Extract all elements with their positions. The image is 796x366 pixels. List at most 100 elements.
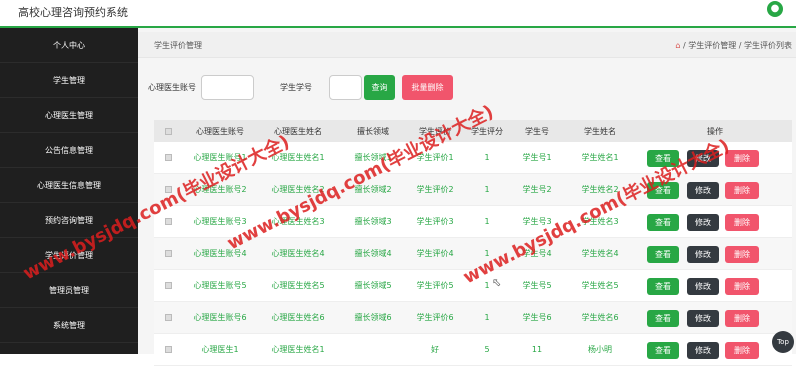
sidebar-item-doctors[interactable]: 心理医生管理: [0, 98, 138, 133]
sidebar-item-admins[interactable]: 管理员管理: [0, 273, 138, 308]
cell-doctor-name: 心理医生姓名1: [271, 153, 325, 162]
home-icon[interactable]: ⌂: [675, 41, 680, 50]
table-row: 心理医生账号6 心理医生姓名6 擅长领域6 学生评价6 1 学生号6 学生姓名6 查看 修改 删除: [154, 302, 792, 334]
view-button[interactable]: 查看: [647, 214, 679, 231]
cell-student-name: 学生姓名4: [581, 249, 619, 258]
row-checkbox[interactable]: [154, 142, 182, 173]
row-checkbox[interactable]: [154, 174, 182, 205]
sidebar-item-personal-center[interactable]: 个人中心: [0, 28, 138, 63]
col-student-id[interactable]: 学生号: [512, 120, 562, 142]
cell-doctor-account: 心理医生账号5: [193, 281, 247, 290]
delete-button[interactable]: 删除: [725, 278, 759, 295]
row-checkbox[interactable]: [154, 270, 182, 301]
sidebar-item-system[interactable]: 系统管理: [0, 308, 138, 343]
scroll-top-button[interactable]: Top: [772, 331, 794, 353]
delete-button[interactable]: 删除: [725, 246, 759, 263]
cell-evaluation: 学生评价6: [416, 313, 454, 322]
delete-button[interactable]: 删除: [725, 182, 759, 199]
row-checkbox[interactable]: [154, 206, 182, 237]
edit-button[interactable]: 修改: [687, 214, 719, 231]
sidebar-item-students[interactable]: 学生管理: [0, 63, 138, 98]
mouse-cursor-icon: ⬁: [492, 276, 502, 289]
cell-evaluation: 好: [431, 345, 439, 354]
delete-button[interactable]: 删除: [725, 214, 759, 231]
cell-doctor-account: 心理医生账号6: [193, 313, 247, 322]
sidebar: 个人中心 学生管理 心理医生管理 公告信息管理 心理医生信息管理 预约咨询管理 …: [0, 28, 138, 354]
query-button[interactable]: 查询: [364, 75, 395, 100]
view-button[interactable]: 查看: [647, 310, 679, 327]
cell-doctor-name: 心理医生姓名4: [271, 249, 325, 258]
view-button[interactable]: 查看: [647, 342, 679, 359]
cell-evaluation: 学生评价4: [416, 249, 454, 258]
cell-student-name: 杨小明: [588, 345, 612, 354]
row-checkbox[interactable]: [154, 238, 182, 269]
delete-button[interactable]: 删除: [725, 342, 759, 359]
table-row: 心理医生账号4 心理医生姓名4 擅长领域4 学生评价4 1 学生号4 学生姓名4 查看 修改 删除: [154, 238, 792, 270]
table-row: 心理医生账号3 心理医生姓名3 擅长领域3 学生评价3 1 学生号3 学生姓名3 查看 修改 删除: [154, 206, 792, 238]
cell-specialty: 擅长领域2: [354, 185, 392, 194]
cell-doctor-name: 心理医生姓名3: [271, 217, 325, 226]
delete-button[interactable]: 删除: [725, 150, 759, 167]
cell-doctor-account: 心理医生1: [201, 345, 239, 354]
evaluation-table: 心理医生账号 心理医生姓名 擅长领域 学生评价 学生评分 学生号 学生姓名 操作…: [154, 120, 792, 366]
student-id-input[interactable]: [329, 75, 362, 100]
edit-button[interactable]: 修改: [687, 182, 719, 199]
cell-student-id: 11: [531, 345, 543, 354]
edit-button[interactable]: 修改: [687, 310, 719, 327]
select-all-checkbox[interactable]: [154, 120, 182, 142]
col-score[interactable]: 学生评分: [462, 120, 512, 142]
sidebar-item-evaluations[interactable]: 学生评价管理: [0, 238, 138, 273]
view-button[interactable]: 查看: [647, 246, 679, 263]
batch-delete-button[interactable]: 批量删除: [402, 75, 453, 100]
edit-button[interactable]: 修改: [687, 342, 719, 359]
cell-student-id: 学生号4: [522, 249, 552, 258]
col-evaluation[interactable]: 学生评价: [408, 120, 462, 142]
table-header: 心理医生账号 心理医生姓名 擅长领域 学生评价 学生评分 学生号 学生姓名 操作: [154, 120, 792, 142]
edit-button[interactable]: 修改: [687, 246, 719, 263]
col-student-name[interactable]: 学生姓名: [562, 120, 638, 142]
app-title: 高校心理咨询预约系统: [18, 6, 128, 19]
col-doctor-name[interactable]: 心理医生姓名: [258, 120, 338, 142]
view-button[interactable]: 查看: [647, 150, 679, 167]
cell-doctor-account: 心理医生账号3: [193, 217, 247, 226]
edit-button[interactable]: 修改: [687, 150, 719, 167]
cell-doctor-account: 心理医生账号2: [193, 185, 247, 194]
row-checkbox[interactable]: [154, 302, 182, 333]
cell-specialty: 擅长领域5: [354, 281, 392, 290]
cell-student-name: 学生姓名2: [581, 185, 619, 194]
cell-doctor-account: 心理医生账号1: [193, 153, 247, 162]
cell-specialty: [338, 334, 408, 365]
edit-button[interactable]: 修改: [687, 278, 719, 295]
sidebar-item-announcements[interactable]: 公告信息管理: [0, 133, 138, 168]
cell-evaluation: 学生评价3: [416, 217, 454, 226]
cell-student-id: 学生号2: [522, 185, 552, 194]
doctor-account-input[interactable]: [201, 75, 254, 100]
row-checkbox[interactable]: [154, 334, 182, 365]
breadcrumb-text[interactable]: / 学生评价管理 / 学生评价列表: [683, 41, 792, 50]
view-button[interactable]: 查看: [647, 278, 679, 295]
table-row: 心理医生账号2 心理医生姓名2 擅长领域2 学生评价2 1 学生号2 学生姓名2 查看 修改 删除: [154, 174, 792, 206]
table-row: 心理医生1 心理医生姓名1 好 5 11 杨小明 查看 修改 删除: [154, 334, 792, 366]
sidebar-item-appointments[interactable]: 预约咨询管理: [0, 203, 138, 238]
cell-specialty: 擅长领域3: [354, 217, 392, 226]
user-icon[interactable]: ●: [767, 1, 783, 17]
page-title: 学生评价管理: [154, 41, 202, 50]
cell-specialty: 擅长领域4: [354, 249, 392, 258]
cell-evaluation: 学生评价5: [416, 281, 454, 290]
cell-student-name: 学生姓名6: [581, 313, 619, 322]
sidebar-item-doctor-info[interactable]: 心理医生信息管理: [0, 168, 138, 203]
breadcrumb-bar: 学生评价管理 ⌂ / 学生评价管理 / 学生评价列表: [138, 32, 796, 58]
cell-student-name: 学生姓名5: [581, 281, 619, 290]
top-bar: 高校心理咨询预约系统 ●: [0, 0, 796, 28]
col-specialty[interactable]: 擅长领域: [338, 120, 408, 142]
col-doctor-account[interactable]: 心理医生账号: [182, 120, 258, 142]
main-content: 学生评价管理 ⌂ / 学生评价管理 / 学生评价列表 心理医生账号 学生学号 查…: [138, 28, 796, 366]
table-row: 心理医生账号1 心理医生姓名1 擅长领域1 学生评价1 1 学生号1 学生姓名1 查看 修改 删除: [154, 142, 792, 174]
cell-student-name: 学生姓名1: [581, 153, 619, 162]
cell-student-id: 学生号3: [522, 217, 552, 226]
delete-button[interactable]: 删除: [725, 310, 759, 327]
table-row: 心理医生账号5 心理医生姓名5 擅长领域5 学生评价5 1 学生号5 学生姓名5 查看 修改 删除: [154, 270, 792, 302]
col-actions: 操作: [707, 126, 723, 136]
view-button[interactable]: 查看: [647, 182, 679, 199]
cell-score: 1: [484, 249, 490, 258]
